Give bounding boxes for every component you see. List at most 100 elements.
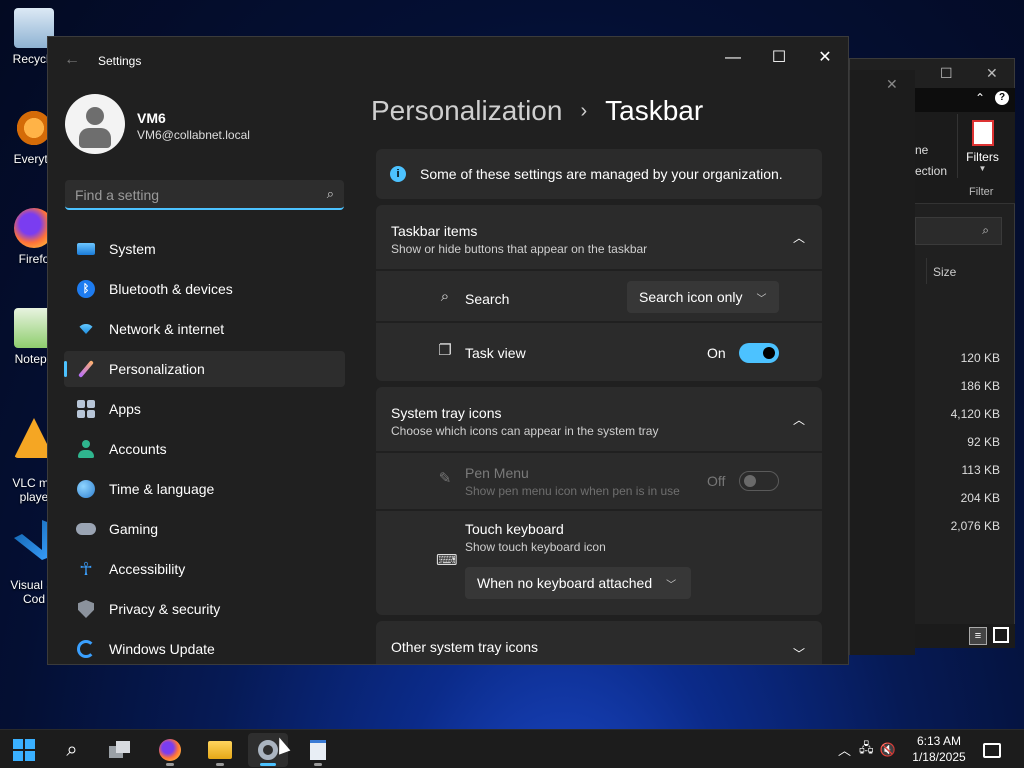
touch-keyboard-dropdown[interactable]: When no keyboard attached ﹀ (465, 567, 691, 599)
network-icon[interactable]: 🖧 (859, 739, 874, 761)
chevron-up-icon[interactable]: ︿ (792, 229, 806, 245)
taskbar-notepad[interactable] (298, 733, 338, 767)
close-button[interactable]: ✕ (802, 43, 848, 73)
windows-logo-icon (13, 739, 35, 761)
sidebar-item-gaming[interactable]: Gaming (64, 511, 345, 547)
task-view-toggle[interactable] (739, 343, 779, 363)
minimize-button[interactable]: — (710, 43, 756, 73)
task-view-setting-row: ❐ Task view On (376, 323, 822, 381)
help-icon[interactable]: ? (995, 91, 1009, 105)
other-tray-header[interactable]: Other system tray icons ﹀ (376, 621, 822, 664)
breadcrumb-parent[interactable]: Personalization (371, 95, 562, 127)
network-icon (76, 319, 96, 339)
chevron-up-icon[interactable]: ⌃ (975, 91, 985, 105)
accounts-icon (76, 439, 96, 459)
search-input[interactable] (75, 186, 305, 204)
file-size-cell: 92 KB (967, 435, 1000, 449)
sidebar-item-label: Apps (109, 401, 141, 417)
section-title: System tray icons (391, 405, 502, 421)
taskbar-firefox[interactable] (150, 733, 190, 767)
sidebar-item-accounts[interactable]: Accounts (64, 431, 345, 467)
explorer-inner-pane: ✕ (849, 70, 915, 655)
system-tray-header[interactable]: System tray icons Choose which icons can… (376, 387, 822, 453)
filters-button[interactable]: Filters ▼ (957, 114, 1007, 178)
dropdown-value: Search icon only (639, 289, 743, 305)
sidebar-item-network[interactable]: Network & internet (64, 311, 345, 347)
taskbar-items-header[interactable]: Taskbar items Show or hide buttons that … (376, 205, 822, 271)
sidebar-item-accessibility[interactable]: ☥ Accessibility (64, 551, 345, 587)
dropdown-value: When no keyboard attached (477, 575, 653, 591)
breadcrumb-separator: › (580, 99, 588, 122)
explorer-ribbon: ne ection Filters ▼ Filter (915, 112, 1015, 204)
taskbar-search-button[interactable]: ⌕ (52, 733, 92, 767)
notification-icon (983, 742, 1001, 758)
explorer-search-box[interactable]: ⌕ (915, 217, 1002, 245)
sidebar-item-bluetooth[interactable]: ᛒ Bluetooth & devices (64, 271, 345, 307)
notifications-button[interactable] (972, 733, 1012, 767)
clock-date: 1/18/2025 (912, 750, 966, 764)
toggle-state-label: Off (707, 473, 726, 489)
sidebar-item-privacy-security[interactable]: Privacy & security (64, 591, 345, 627)
search-icon: ⌕ (66, 738, 78, 761)
pen-icon: ✎ (438, 470, 452, 487)
avatar[interactable] (65, 94, 125, 154)
tiles-view-icon[interactable] (993, 627, 1009, 643)
other-tray-card: Other system tray icons ﹀ (376, 621, 822, 664)
filter-group-label: Filter (969, 186, 994, 198)
chevron-down-icon: ▼ (978, 164, 987, 173)
find-setting-search[interactable]: ⌕ (65, 180, 344, 210)
chevron-down-icon[interactable]: ﹀ (792, 645, 806, 661)
window-title: Settings (98, 54, 142, 68)
managed-settings-banner: i Some of these settings are managed by … (376, 149, 822, 199)
taskbar-items-card: Taskbar items Show or hide buttons that … (376, 205, 822, 381)
avatar-head (86, 107, 104, 125)
details-view-icon[interactable]: ≡ (969, 627, 987, 645)
setting-label: Search (465, 291, 510, 307)
keyboard-icon: ⌨ (436, 552, 458, 569)
volume-muted-icon[interactable]: 🔇 (880, 742, 896, 758)
sidebar-item-label: Bluetooth & devices (109, 281, 233, 297)
maximize-button[interactable]: ☐ (756, 43, 802, 73)
profile-name: VM6 (137, 110, 166, 126)
section-title: Other system tray icons (391, 639, 539, 655)
sidebar-item-time-language[interactable]: Time & language (64, 471, 345, 507)
sidebar-item-windows-update[interactable]: Windows Update (64, 631, 345, 664)
title-bar: ← Settings — ☐ ✕ (48, 37, 848, 85)
taskbar-file-explorer[interactable] (200, 733, 240, 767)
file-size-cell: 2,076 KB (950, 519, 1000, 533)
filters-label: Filters (966, 150, 999, 164)
sidebar-item-personalization[interactable]: Personalization (64, 351, 345, 387)
chevron-up-icon[interactable]: ︿ (792, 411, 806, 427)
sidebar-item-apps[interactable]: Apps (64, 391, 345, 427)
maximize-icon[interactable]: ☐ (940, 65, 953, 82)
setting-description: Show touch keyboard icon (465, 540, 606, 554)
start-button[interactable] (4, 733, 44, 767)
setting-label: Touch keyboard (465, 521, 564, 537)
notepad-icon (310, 740, 326, 760)
active-indicator (260, 763, 276, 766)
folder-icon (208, 741, 232, 759)
search-mode-dropdown[interactable]: Search icon only ﹀ (627, 281, 779, 313)
settings-content: i Some of these settings are managed by … (376, 149, 822, 664)
accessibility-icon: ☥ (79, 559, 93, 579)
sidebar-item-label: Accessibility (109, 561, 186, 577)
pen-menu-setting-row: ✎ Pen Menu Show pen menu icon when pen i… (376, 453, 822, 511)
system-tray-card: System tray icons Choose which icons can… (376, 387, 822, 615)
sidebar-item-system[interactable]: System (64, 231, 345, 267)
desktop-icon-label: Firefo (18, 252, 50, 266)
close-icon[interactable]: ✕ (886, 76, 898, 93)
clock[interactable]: 6:13 AM 1/18/2025 (906, 733, 972, 765)
size-column-header[interactable]: Size (926, 258, 1006, 284)
clock-time: 6:13 AM (916, 734, 962, 748)
running-indicator (216, 763, 224, 766)
chevron-up-icon[interactable]: ︿ (838, 740, 851, 759)
apps-icon (76, 399, 96, 419)
close-icon[interactable]: ✕ (986, 65, 998, 82)
touch-keyboard-setting-row: ⌨ Touch keyboard Show touch keyboard ico… (376, 511, 822, 615)
task-view-button[interactable] (100, 733, 140, 767)
taskbar: ⌕ ︿ 🖧 🔇 6:13 AM 1/18/2025 (0, 729, 1024, 768)
update-icon (76, 639, 96, 659)
system-icon (76, 239, 96, 259)
filters-icon (971, 120, 994, 146)
back-arrow-icon[interactable]: ← (64, 51, 80, 69)
